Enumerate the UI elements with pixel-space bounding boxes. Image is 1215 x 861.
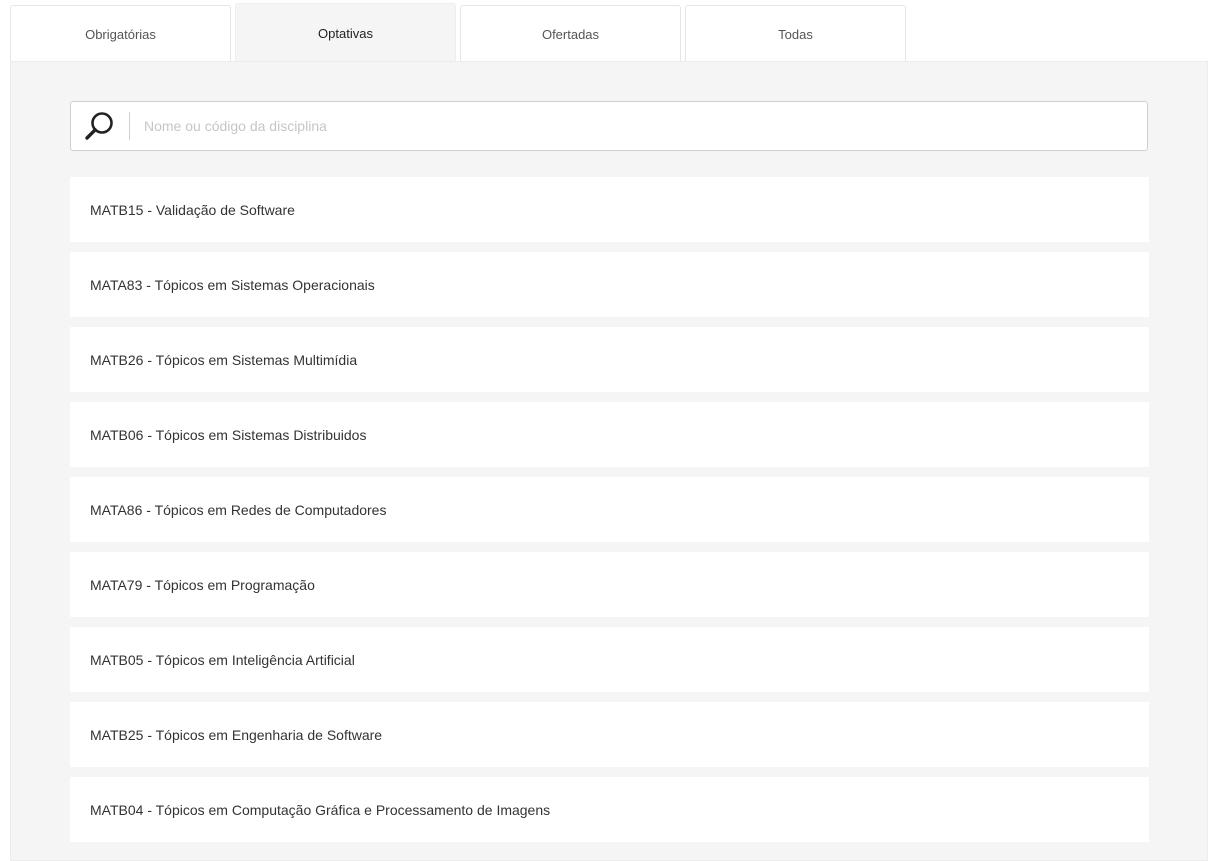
list-item[interactable]: MATA86 - Tópicos em Redes de Computadore… (70, 477, 1149, 542)
list-item[interactable]: MATA79 - Tópicos em Programação (70, 552, 1149, 617)
tab-optativas[interactable]: Optativas (235, 3, 456, 61)
list-item[interactable]: MATB26 - Tópicos em Sistemas Multimídia (70, 327, 1149, 392)
tab-ofertadas[interactable]: Ofertadas (460, 5, 681, 62)
tab-panel: MATB15 - Validação de Software MATA83 - … (10, 61, 1208, 861)
list-item[interactable]: MATB05 - Tópicos em Inteligência Artific… (70, 627, 1149, 692)
list-item[interactable]: MATB04 - Tópicos em Computação Gráfica e… (70, 777, 1149, 842)
search-input[interactable] (130, 102, 1147, 150)
list-item[interactable]: MATB15 - Validação de Software (70, 177, 1149, 242)
list-item[interactable]: MATB25 - Tópicos em Engenharia de Softwa… (70, 702, 1149, 767)
tab-bar: Obrigatórias Optativas Ofertadas Todas (10, 3, 910, 62)
tab-todas[interactable]: Todas (685, 5, 906, 62)
list-item[interactable]: MATB06 - Tópicos em Sistemas Distribuido… (70, 402, 1149, 467)
course-list: MATB15 - Validação de Software MATA83 - … (70, 177, 1149, 852)
list-item[interactable]: MATA83 - Tópicos em Sistemas Operacionai… (70, 252, 1149, 317)
tab-obrigatorias[interactable]: Obrigatórias (10, 5, 231, 62)
search-box (70, 101, 1148, 151)
search-icon[interactable] (71, 102, 129, 150)
